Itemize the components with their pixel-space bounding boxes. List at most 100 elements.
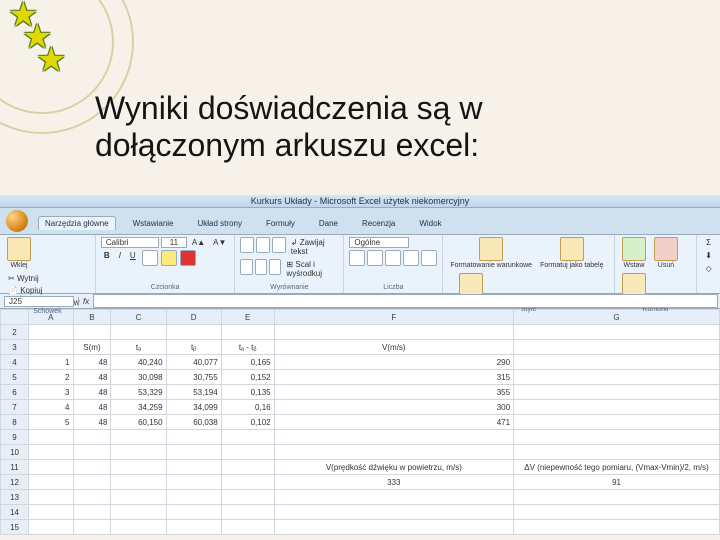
row-header[interactable]: 11 [1,460,29,475]
cell[interactable]: 30,755 [166,370,221,385]
font-color-icon[interactable] [180,250,196,266]
cell[interactable]: 48 [73,415,111,430]
font-name-select[interactable]: Calibri [101,237,159,248]
comma-icon[interactable] [385,250,401,266]
number-format-select[interactable]: Ogólne [349,237,409,248]
row-header[interactable]: 7 [1,400,29,415]
cell[interactable]: 0,102 [221,415,274,430]
tab-review[interactable]: Recenzja [355,216,402,230]
tab-data[interactable]: Dane [312,216,345,230]
cut-button[interactable]: ✂ Wytnij [5,273,83,284]
align-left-icon[interactable] [240,259,252,275]
paste-button[interactable]: Wklej [5,237,33,269]
spreadsheet-grid[interactable]: A B C D E F G 2 3 S(m) tₐ tᵦ tₐ - tᵦ V(m… [0,309,720,535]
font-size-select[interactable]: 11 [161,237,187,248]
row-header[interactable]: 9 [1,430,29,445]
col-header[interactable]: E [221,310,274,325]
percent-icon[interactable] [367,250,383,266]
fill-icon[interactable]: ⬇ [702,250,715,261]
row-header[interactable]: 6 [1,385,29,400]
cell[interactable]: 53,194 [166,385,221,400]
align-top-icon[interactable] [240,237,254,253]
row-header[interactable]: 12 [1,475,29,490]
col-header[interactable]: D [166,310,221,325]
row-header[interactable]: 13 [1,490,29,505]
cell[interactable]: tᵦ [166,340,221,355]
cell[interactable]: 34,099 [166,400,221,415]
cell[interactable]: 0,165 [221,355,274,370]
row-header[interactable]: 2 [1,325,29,340]
cond-format-button[interactable]: Formatowanie warunkowe [448,237,534,269]
cell[interactable]: 4 [29,400,73,415]
wrap-text-button[interactable]: ↲ Zawijaj tekst [288,237,339,257]
cell[interactable]: 48 [73,355,111,370]
clear-icon[interactable]: ◇ [703,263,715,274]
underline-button[interactable]: U [127,250,139,266]
dec-decimal-icon[interactable] [421,250,437,266]
cell[interactable]: V(prędkość dźwięku w powietrzu, m/s) [274,460,513,475]
merge-center-button[interactable]: ⊞ Scal i wyśrodkuj [283,259,338,279]
cell[interactable]: 60,038 [166,415,221,430]
cell[interactable]: tₐ - tᵦ [221,340,274,355]
shrink-font-icon[interactable]: A▼ [210,237,229,248]
cell[interactable]: V(m/s) [274,340,513,355]
row-header[interactable]: 3 [1,340,29,355]
cell[interactable]: 60,150 [111,415,166,430]
tab-formulas[interactable]: Formuły [259,216,302,230]
row-header[interactable]: 15 [1,520,29,535]
format-table-button[interactable]: Formatuj jako tabelę [538,237,605,269]
office-button-icon[interactable] [6,210,28,232]
border-icon[interactable] [142,250,158,266]
cell[interactable]: 48 [73,400,111,415]
align-center-icon[interactable] [255,259,267,275]
align-right-icon[interactable] [269,259,281,275]
autosum-icon[interactable]: Σ [703,237,714,248]
cell[interactable]: 290 [274,355,513,370]
row-header[interactable]: 4 [1,355,29,370]
cell[interactable]: 48 [73,370,111,385]
bold-button[interactable]: B [101,250,113,266]
tab-pagelayout[interactable]: Układ strony [191,216,249,230]
grow-font-icon[interactable]: A▲ [189,237,208,248]
cell[interactable]: 53,329 [111,385,166,400]
formula-bar[interactable] [93,294,718,308]
delete-cells-button[interactable]: Usuń [652,237,680,269]
cell[interactable]: 3 [29,385,73,400]
cell[interactable]: 40,077 [166,355,221,370]
fx-icon[interactable]: fx [78,297,93,306]
cell[interactable]: 315 [274,370,513,385]
fill-color-icon[interactable] [161,250,177,266]
cell[interactable]: 34,259 [111,400,166,415]
align-mid-icon[interactable] [256,237,270,253]
cell[interactable]: ΔV (niepewność tego pomiaru, (Vmax-Vmin)… [514,460,720,475]
tab-view[interactable]: Widok [412,216,448,230]
italic-button[interactable]: I [116,250,124,266]
row-header[interactable]: 10 [1,445,29,460]
cell[interactable]: S(m) [73,340,111,355]
tab-insert[interactable]: Wstawianie [126,216,181,230]
cell[interactable]: 300 [274,400,513,415]
cell[interactable]: 5 [29,415,73,430]
cell[interactable]: 0,16 [221,400,274,415]
cell[interactable]: 91 [514,475,720,490]
cell[interactable]: 30,098 [111,370,166,385]
row-header[interactable]: 8 [1,415,29,430]
cell[interactable]: tₐ [111,340,166,355]
row-header[interactable]: 5 [1,370,29,385]
align-bottom-icon[interactable] [272,237,286,253]
cell[interactable]: 0,135 [221,385,274,400]
cell[interactable]: 40,240 [111,355,166,370]
currency-icon[interactable] [349,250,365,266]
cell[interactable]: 0,152 [221,370,274,385]
cell[interactable]: 355 [274,385,513,400]
cell[interactable]: 48 [73,385,111,400]
tab-home[interactable]: Narzędzia główne [38,216,116,230]
cell[interactable]: 2 [29,370,73,385]
col-header[interactable]: C [111,310,166,325]
row-header[interactable]: 14 [1,505,29,520]
insert-cells-button[interactable]: Wstaw [620,237,648,269]
cell[interactable]: 1 [29,355,73,370]
cell[interactable]: 471 [274,415,513,430]
inc-decimal-icon[interactable] [403,250,419,266]
cell[interactable]: 333 [274,475,513,490]
